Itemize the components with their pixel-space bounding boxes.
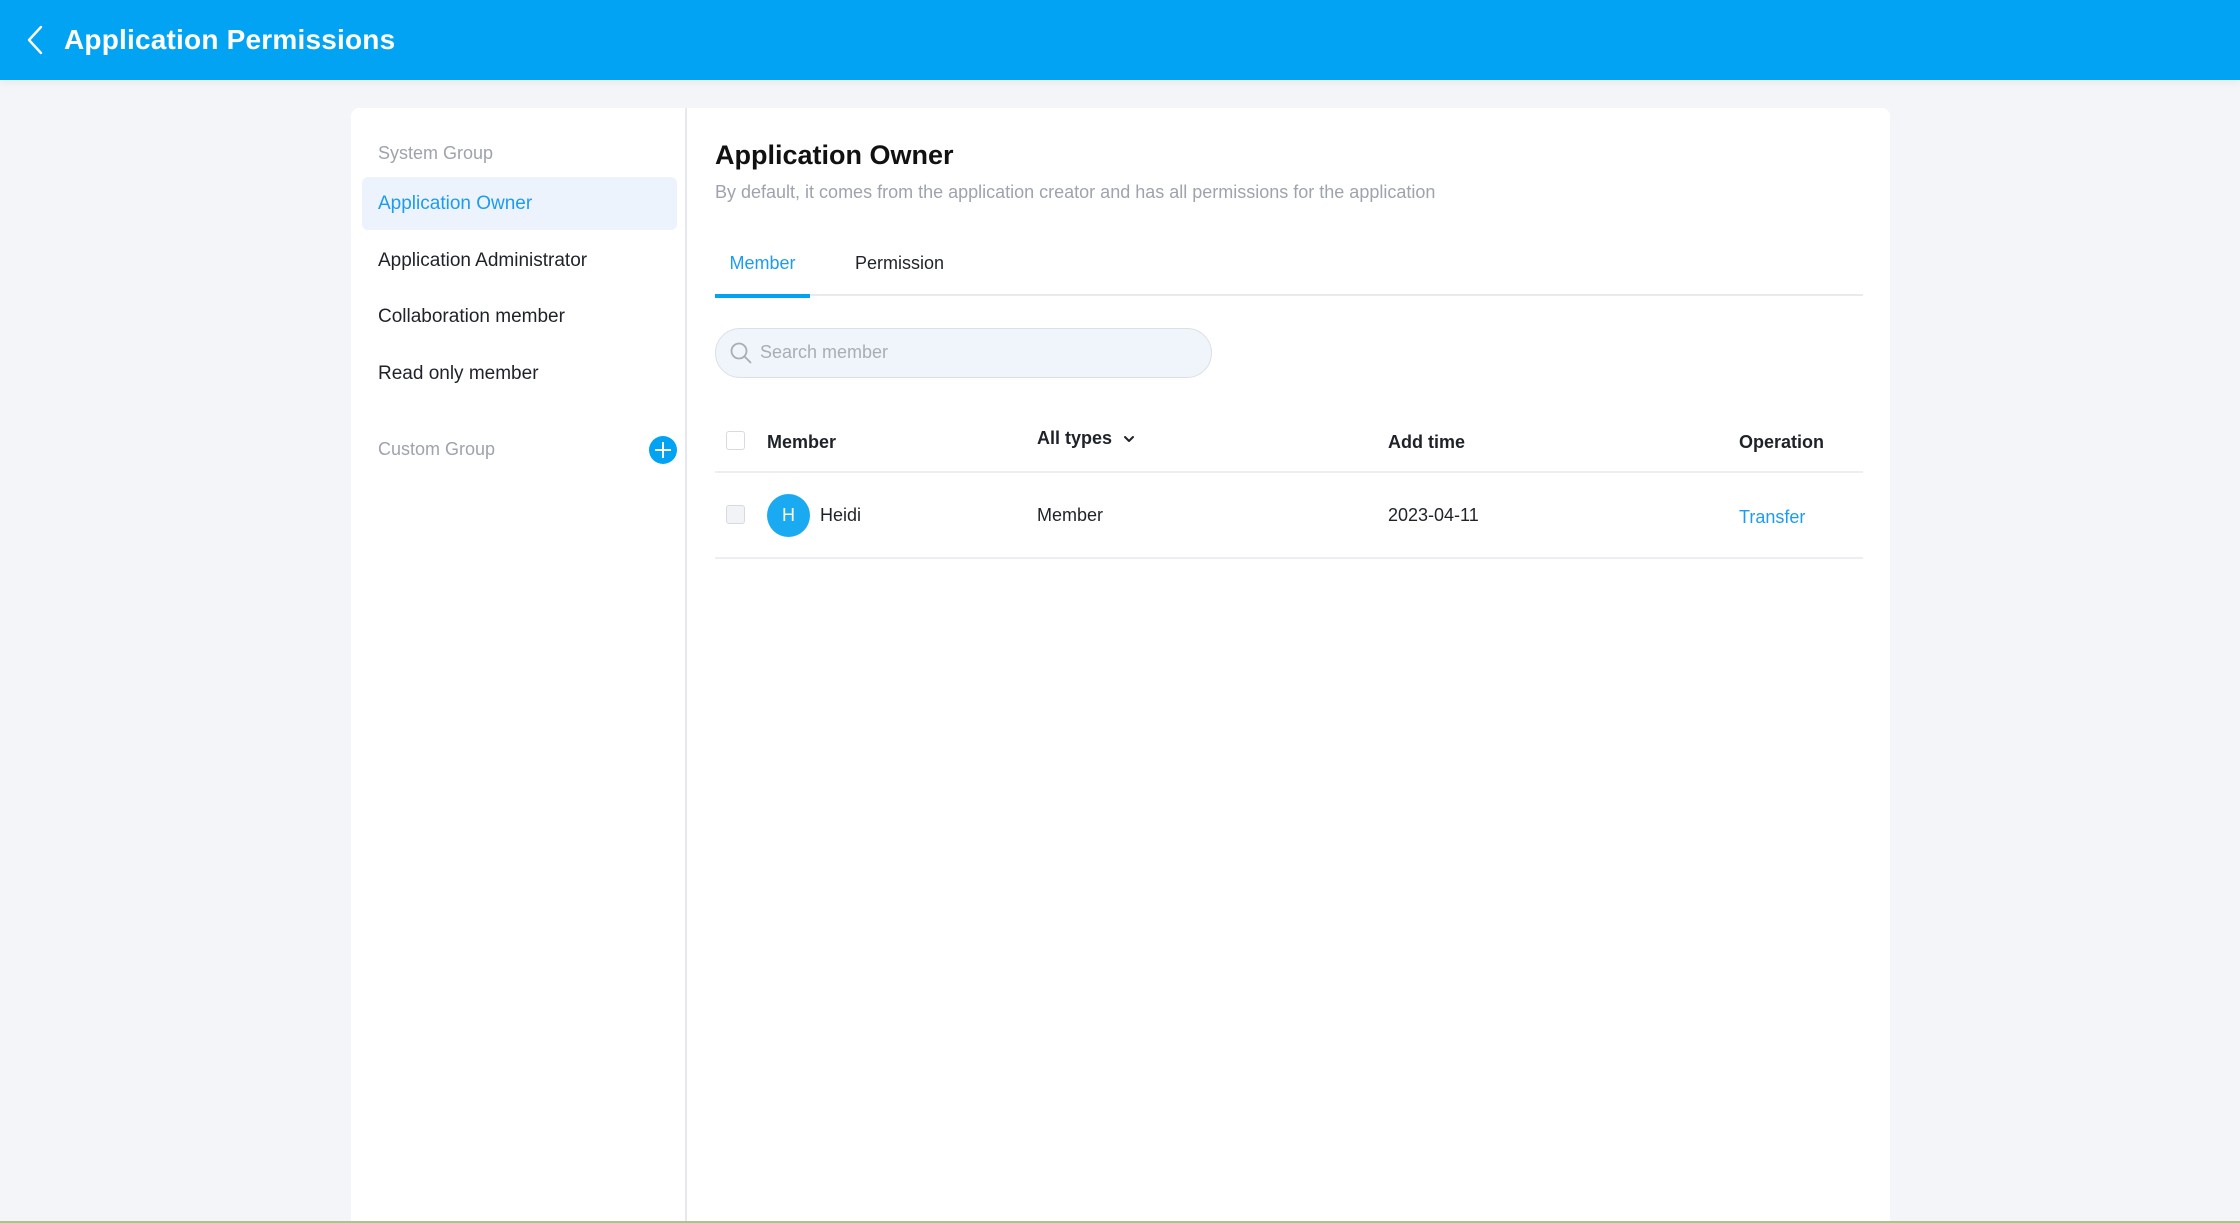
permissions-card: System Group Application Owner Applicati… xyxy=(351,108,1890,1223)
custom-group-label: Custom Group xyxy=(378,439,496,459)
select-all-checkbox[interactable] xyxy=(726,431,745,450)
top-bar: Application Permissions xyxy=(0,0,2240,80)
tab-member[interactable]: Member xyxy=(715,238,810,298)
sidebar: System Group Application Owner Applicati… xyxy=(351,108,687,1223)
tab-bar: Member Permission xyxy=(715,238,1863,298)
column-header-add-time: Add time xyxy=(1388,432,1466,452)
table-row: H Heidi Member 2023-04-11 Transfer xyxy=(715,473,1863,559)
system-group-label: System Group xyxy=(378,143,494,163)
page-title: Application Owner xyxy=(715,140,954,170)
back-button[interactable] xyxy=(22,22,48,58)
page-description: By default, it comes from the applicatio… xyxy=(715,182,1436,202)
chevron-down-icon xyxy=(1124,436,1135,443)
member-add-time: 2023-04-11 xyxy=(1388,505,1479,525)
type-filter-label: All types xyxy=(1037,428,1113,448)
member-name: Heidi xyxy=(820,505,862,525)
avatar: H xyxy=(767,494,810,537)
page-header-title: Application Permissions xyxy=(64,24,396,55)
member-type: Member xyxy=(1037,505,1104,525)
row-checkbox[interactable] xyxy=(726,505,745,524)
type-filter-dropdown[interactable]: All types xyxy=(1037,424,1136,452)
sidebar-item-read-only-member[interactable]: Read only member xyxy=(362,347,677,400)
table-header: Member All types Add time Operation xyxy=(715,406,1863,473)
add-custom-group-button[interactable] xyxy=(649,436,677,464)
main-panel: Application Owner By default, it comes f… xyxy=(715,108,1890,1223)
chevron-left-icon xyxy=(27,25,43,55)
column-header-member: Member xyxy=(767,432,837,452)
search-member-input[interactable] xyxy=(760,329,1200,376)
sidebar-item-application-owner[interactable]: Application Owner xyxy=(362,177,677,230)
member-table: Member All types Add time Operation H He… xyxy=(715,406,1863,559)
tab-permission[interactable]: Permission xyxy=(855,238,944,296)
search-box xyxy=(715,328,1212,378)
column-header-operation: Operation xyxy=(1739,432,1825,452)
sidebar-item-collaboration-member[interactable]: Collaboration member xyxy=(362,290,677,343)
sidebar-item-application-administrator[interactable]: Application Administrator xyxy=(362,234,677,287)
transfer-link[interactable]: Transfer xyxy=(1739,503,1805,531)
search-icon xyxy=(730,342,752,364)
